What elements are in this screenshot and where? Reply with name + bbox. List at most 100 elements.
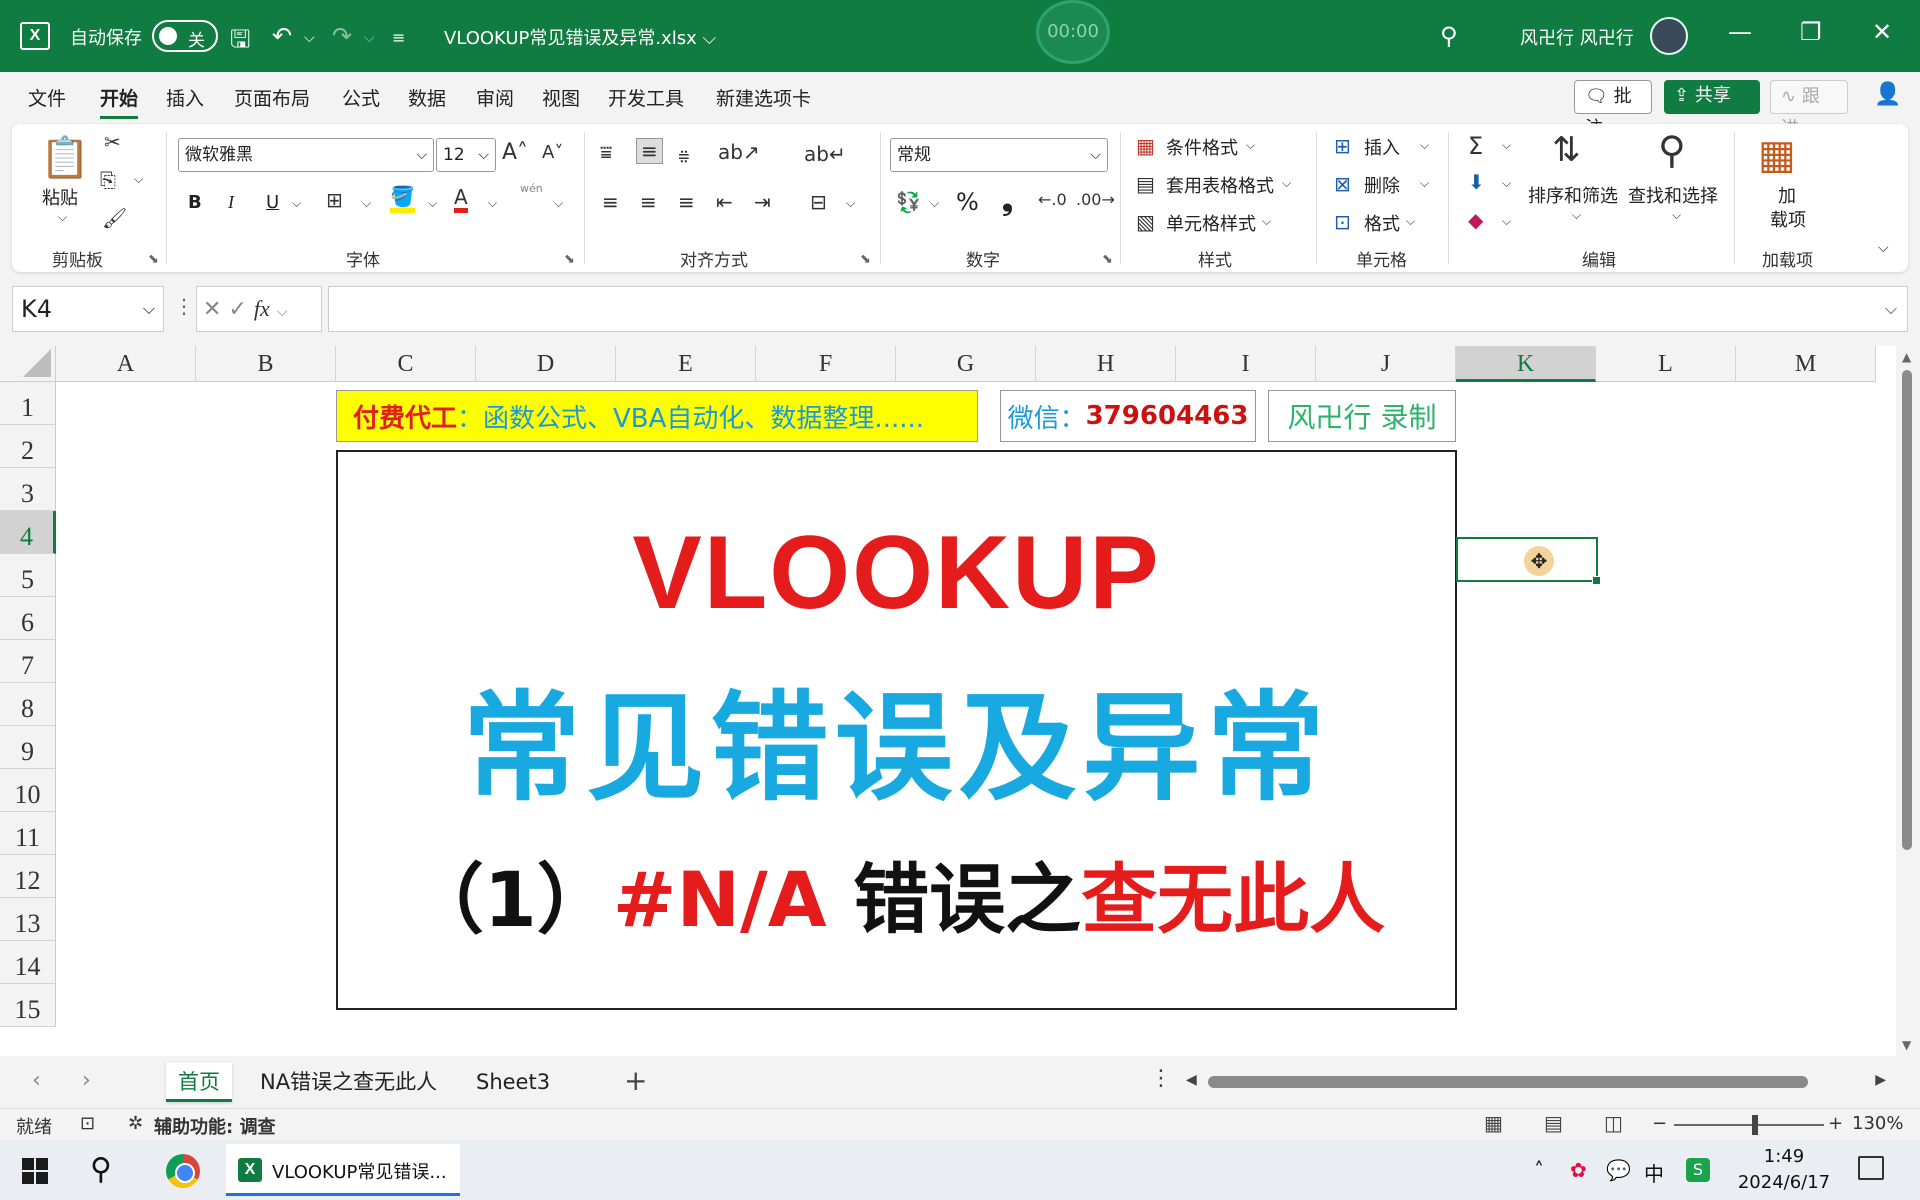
zoom-in-icon[interactable]: + [1828,1113,1843,1134]
tab-data[interactable]: 数据 [408,84,446,111]
ime-indicator[interactable]: 中 [1644,1158,1664,1187]
align-bottom-icon[interactable]: ⩷ [678,142,690,166]
tab-home[interactable]: 开始 [100,84,139,119]
share-button[interactable]: ⇪ 共享 ⌵ [1664,80,1760,138]
cell-styles-button[interactable]: 单元格样式 [1166,210,1256,236]
chevron-down-icon[interactable]: ⌵ [1672,208,1681,223]
addins-label-2[interactable]: 载项 [1770,206,1806,232]
increase-indent-icon[interactable]: ⇥ [754,190,771,214]
cut-icon[interactable]: ✂ [104,130,121,154]
copy-icon[interactable]: ⎘ [100,168,116,192]
insert-cells-button[interactable]: 插入 [1364,134,1400,160]
select-all-corner[interactable] [0,346,56,382]
worksheet-grid[interactable]: ABCDEFGHIJKLM 1 2 3 4 5 6 7 8 9 10 11 12 13 14 15 付费代工… [0,346,1920,1056]
more-options-icon[interactable]: ⋮ [174,294,194,318]
expand-formula-icon[interactable]: ⌵ [1885,299,1897,319]
wrap-text-icon[interactable]: ab↵ [804,142,846,166]
row-header-14[interactable]: 14 [0,941,56,984]
autosave-toggle[interactable]: 关 [152,20,218,52]
fill-dropdown-icon[interactable]: ⌵ [428,196,437,211]
font-size-select[interactable]: 12 ⌵ [436,138,496,172]
scroll-thumb[interactable] [1902,370,1912,850]
row-header-4[interactable]: 4 [0,511,56,554]
collapse-ribbon-icon[interactable]: ⌵ [1878,240,1889,256]
column-header-h[interactable]: H [1036,346,1176,382]
autosum-icon[interactable]: Σ [1468,132,1483,160]
scroll-up-icon[interactable]: ▲ [1902,350,1911,364]
find-select-button[interactable]: 查找和选择 [1628,182,1718,208]
accessibility-status[interactable]: 辅助功能: 调查 [154,1113,275,1139]
font-color-dropdown-icon[interactable]: ⌵ [488,196,497,211]
delete-cells-button[interactable]: 删除 [1364,172,1400,198]
tray-expand-icon[interactable]: ˄ [1534,1158,1544,1182]
excel-app-icon[interactable]: X [20,22,50,50]
chevron-down-icon[interactable]: ⌵ [1282,176,1291,191]
clipboard-launcher-icon[interactable]: ⬊ [148,252,159,267]
cell-styles-icon[interactable]: ▧ [1136,210,1155,234]
restore-icon[interactable]: ❐ [1800,18,1822,46]
sort-filter-icon[interactable]: ⇅ [1552,130,1581,170]
tab-file[interactable]: 文件 [28,84,66,111]
customize-qat-icon[interactable]: ≡ [392,28,405,47]
horizontal-scrollbar[interactable]: ◀ ▶ [1186,1072,1886,1092]
table-format-icon[interactable]: ▤ [1136,172,1155,196]
border-icon[interactable]: ⊞ [326,188,343,212]
border-dropdown-icon[interactable]: ⌵ [362,196,371,211]
cancel-icon[interactable]: ✕ [203,297,221,322]
percent-button[interactable]: % [956,188,979,216]
font-launcher-icon[interactable]: ⬊ [564,252,575,267]
autosum-dropdown-icon[interactable]: ⌵ [1502,138,1511,153]
row-header-5[interactable]: 5 [0,554,56,597]
undo-icon[interactable]: ↶ [272,22,292,50]
copy-dropdown-icon[interactable]: ⌵ [134,172,143,187]
fill-color-icon[interactable]: 🪣 [390,184,415,213]
chevron-down-icon[interactable]: ⌵ [1262,214,1271,229]
row-header-8[interactable]: 8 [0,683,56,726]
windows-start-icon[interactable] [22,1158,48,1184]
chevron-down-icon[interactable]: ⌵ [1572,208,1581,223]
delete-cells-icon[interactable]: ⊠ [1334,172,1351,196]
undo-dropdown-icon[interactable]: ⌵ [304,30,315,46]
chrome-icon[interactable] [166,1154,200,1188]
column-header-c[interactable]: C [336,346,476,382]
column-header-k[interactable]: K [1456,346,1596,382]
font-color-icon[interactable]: A [454,186,468,213]
taskbar-clock[interactable]: 1:49 2024/6/17 [1736,1144,1832,1196]
row-header-9[interactable]: 9 [0,726,56,769]
shrink-font-icon[interactable]: A˅ [542,142,563,163]
tab-new[interactable]: 新建选项卡 [716,84,811,111]
name-box[interactable]: K4 ⌵ [12,286,164,332]
chevron-down-icon[interactable]: ⌵ [1406,214,1415,229]
bold-button[interactable]: B [188,192,202,213]
decrease-indent-icon[interactable]: ⇤ [716,190,733,214]
next-sheet-icon[interactable]: › [82,1068,91,1093]
format-as-table-button[interactable]: 套用表格格式 [1166,172,1274,198]
conditional-format-icon[interactable]: ▦ [1136,134,1155,158]
clear-dropdown-icon[interactable]: ⌵ [1502,214,1511,229]
row-header-3[interactable]: 3 [0,468,56,511]
wps-tray-icon[interactable]: S [1686,1158,1710,1182]
number-format-select[interactable]: 常规 ⌵ [890,138,1108,172]
format-cells-icon[interactable]: ⊡ [1334,210,1351,234]
notification-icon[interactable] [1858,1156,1884,1180]
fill-down-icon[interactable]: ⬇ [1468,170,1485,194]
column-header-f[interactable]: F [756,346,896,382]
column-header-l[interactable]: L [1596,346,1736,382]
tab-developer[interactable]: 开发工具 [608,84,684,111]
formula-input[interactable]: ⌵ [328,286,1908,332]
italic-button[interactable]: I [228,192,234,213]
fill-dropdown-icon[interactable]: ⌵ [1502,176,1511,191]
zoom-slider[interactable] [1674,1124,1824,1126]
tab-review[interactable]: 审阅 [476,84,514,111]
column-header-g[interactable]: G [896,346,1036,382]
document-title[interactable]: VLOOKUP常见错误及异常.xlsx ⌵ [444,24,716,50]
paste-dropdown-icon[interactable]: ⌵ [58,210,67,225]
row-header-10[interactable]: 10 [0,769,56,812]
more-sheets-icon[interactable]: ⋮ [1150,1066,1172,1091]
comments-button[interactable]: 🗨 批注 [1574,80,1652,139]
scroll-left-icon[interactable]: ◀ [1186,1072,1197,1088]
sheet-tab-na-error[interactable]: NA错误之查无此人 [248,1062,449,1102]
add-sheet-icon[interactable]: + [624,1064,647,1097]
chevron-down-icon[interactable]: ⌵ [1420,138,1429,153]
scroll-right-icon[interactable]: ▶ [1875,1072,1886,1088]
